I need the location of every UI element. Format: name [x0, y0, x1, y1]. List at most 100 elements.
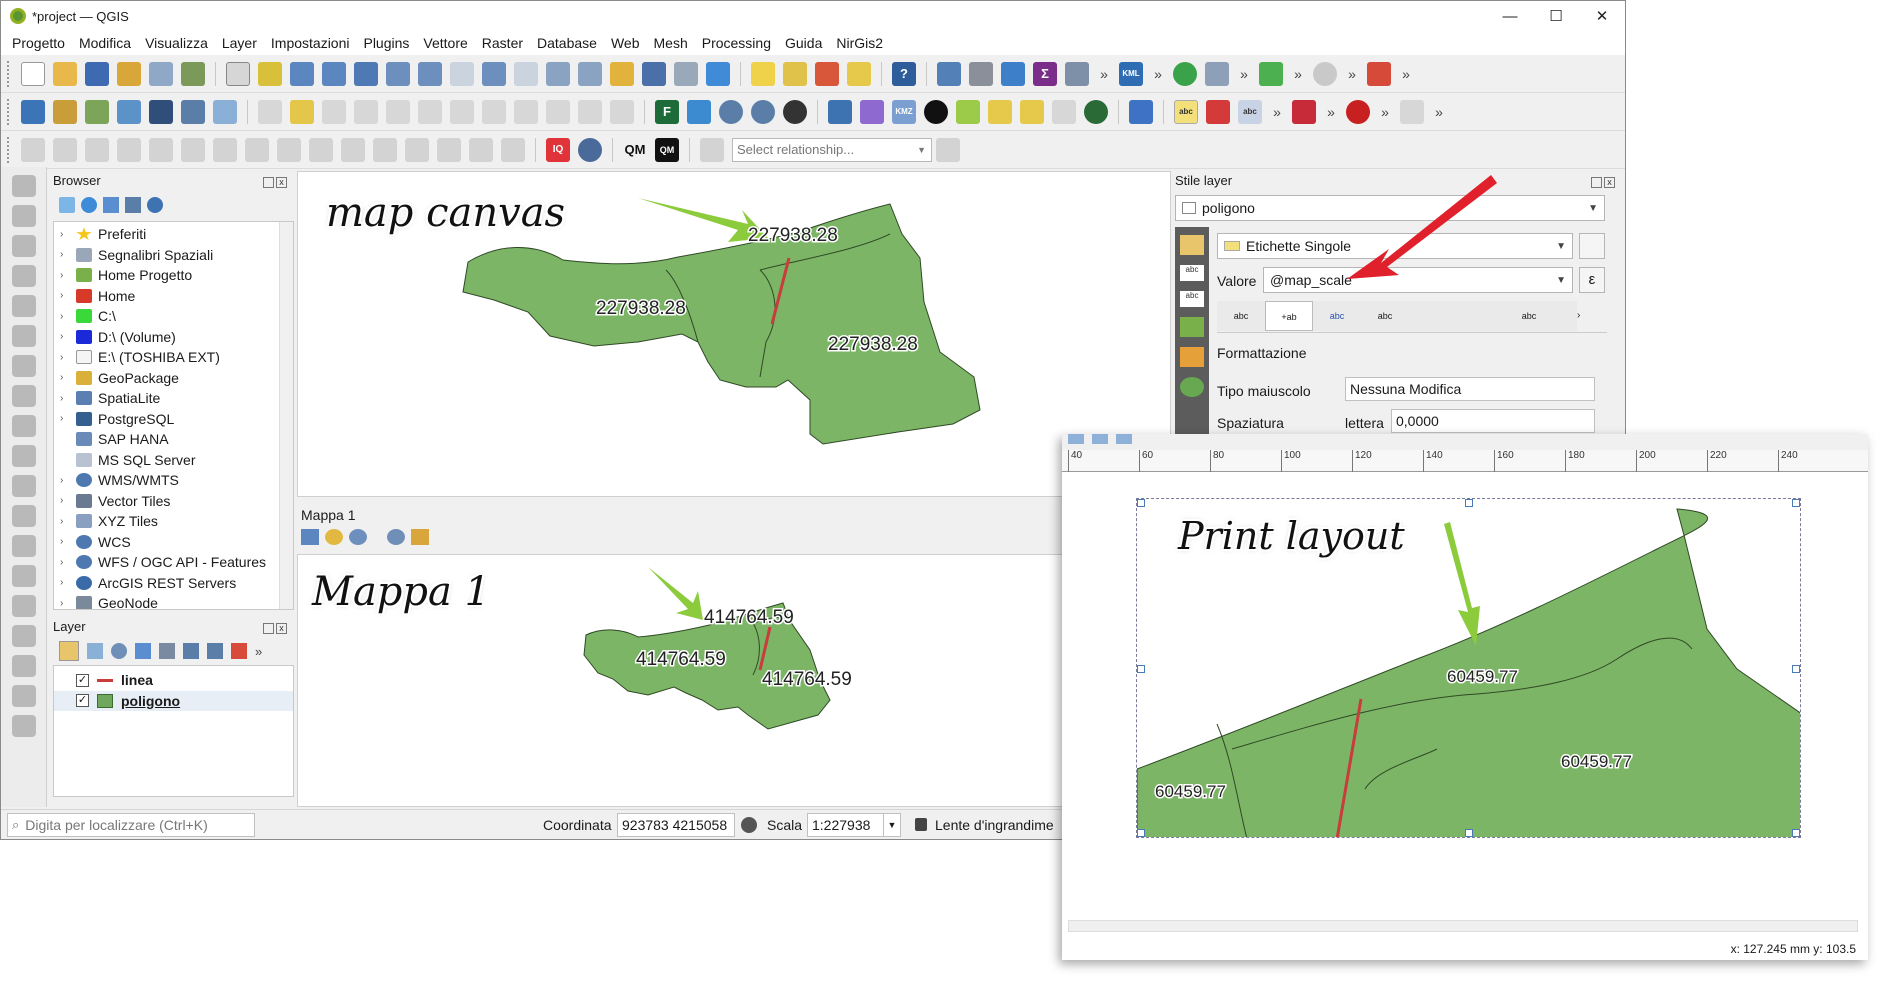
chevron-down-icon[interactable]: ▼ [883, 813, 901, 837]
digitize-relation-icon[interactable] [936, 137, 960, 162]
simplify-icon[interactable] [117, 137, 141, 162]
new-print-layout-icon[interactable] [117, 61, 141, 86]
plugin-cursor-icon[interactable] [687, 99, 711, 124]
overflow-button[interactable]: » [1378, 100, 1392, 124]
info-green-icon[interactable] [1084, 99, 1108, 124]
redo-icon[interactable] [610, 99, 634, 124]
collapse-all-icon[interactable] [125, 197, 141, 213]
copy-icon[interactable] [514, 99, 538, 124]
expand-arrow-icon[interactable]: › [60, 352, 70, 363]
strip-tool-icon[interactable] [12, 595, 36, 617]
save-project-icon[interactable] [85, 61, 109, 86]
buffer-subtab-icon[interactable]: abc [1313, 301, 1361, 331]
menu-modifica[interactable]: Modifica [72, 35, 138, 51]
strip-tool-icon[interactable] [12, 715, 36, 737]
merge-features-icon[interactable] [437, 137, 461, 162]
menu-processing[interactable]: Processing [695, 35, 778, 51]
browser-item-vector-tiles[interactable]: › Vector Tiles [54, 491, 293, 512]
browser-item-e-drive[interactable]: › E:\ (TOSHIBA EXT) [54, 347, 293, 368]
pan-to-selection-icon[interactable] [258, 61, 282, 86]
magnet-icon[interactable] [1346, 99, 1370, 124]
relationship-icon[interactable] [700, 137, 724, 162]
layer-checkbox[interactable]: ✓ [76, 673, 89, 687]
strip-tool-icon[interactable] [12, 475, 36, 497]
float-panel-icon[interactable] [263, 623, 274, 634]
plugin-car-icon[interactable] [783, 99, 807, 124]
add-ring-icon[interactable] [149, 137, 173, 162]
select-by-value-icon[interactable] [783, 61, 807, 86]
layout-tool-icon[interactable] [1068, 434, 1084, 444]
pan-icon[interactable] [226, 61, 250, 86]
menu-layer[interactable]: Layer [215, 35, 264, 51]
expand-arrow-icon[interactable]: › [60, 393, 70, 404]
resize-handle[interactable] [1137, 499, 1145, 507]
add-group-icon[interactable] [87, 643, 103, 659]
expand-arrow-icon[interactable]: › [60, 495, 70, 506]
remove-layer-icon[interactable] [231, 643, 247, 659]
modify-attributes-icon[interactable] [418, 99, 442, 124]
new-bookmark-icon[interactable] [610, 61, 634, 86]
diagrams-tab-icon[interactable] [1180, 347, 1204, 367]
plugin-globe-icon[interactable] [719, 99, 743, 124]
background-subtab-icon[interactable] [1409, 301, 1457, 331]
toolbar-grip[interactable] [7, 136, 11, 163]
label-rule-button[interactable] [1579, 233, 1605, 259]
menu-mesh[interactable]: Mesh [647, 35, 695, 51]
add-raster-icon[interactable] [149, 99, 173, 124]
digitize-icon[interactable] [354, 99, 378, 124]
vertex-tool-icon[interactable] [386, 99, 410, 124]
strip-tool-icon[interactable] [12, 355, 36, 377]
expand-arrow-icon[interactable]: › [60, 577, 70, 588]
style-manager-icon[interactable] [181, 61, 205, 86]
crosshair-icon[interactable] [578, 137, 602, 162]
measure-icon[interactable] [1065, 61, 1089, 86]
help-icon[interactable]: ? [892, 61, 916, 86]
overflow-button[interactable]: » [1151, 62, 1165, 86]
menu-plugins[interactable]: Plugins [356, 35, 416, 51]
browser-item-preferiti[interactable]: › Preferiti [54, 224, 293, 245]
toggle-editing-icon[interactable] [290, 99, 314, 124]
browser-item-c-drive[interactable]: › C:\ [54, 306, 293, 327]
layout-manager-icon[interactable] [149, 61, 173, 86]
layer-checkbox[interactable]: ✓ [76, 694, 89, 708]
new-geopackage-icon[interactable] [53, 99, 77, 124]
symbology-tab-icon[interactable] [1180, 235, 1204, 255]
overflow-button[interactable]: » [1097, 62, 1111, 86]
show-bookmarks-icon[interactable] [642, 61, 666, 86]
strip-tool-icon[interactable] [12, 685, 36, 707]
expression-button[interactable]: ε [1579, 267, 1605, 293]
zoom-out-icon[interactable] [322, 61, 346, 86]
browser-scrollbar[interactable] [279, 222, 293, 609]
collapse-all-layers-icon[interactable] [207, 643, 223, 659]
mappa1-canvas[interactable]: Mappa 1 414764.59 414764.59 414764.59 [297, 554, 1171, 807]
expand-arrow-icon[interactable]: › [60, 516, 70, 527]
strip-tool-icon[interactable] [12, 385, 36, 407]
label-abc-icon[interactable]: abc [1174, 99, 1198, 124]
processing-toolbox-icon[interactable] [1001, 61, 1025, 86]
layer-item-linea[interactable]: ✓ linea [54, 670, 293, 691]
strip-tool-icon[interactable] [12, 235, 36, 257]
close-panel-icon[interactable]: x [276, 623, 287, 634]
resize-handle[interactable] [1792, 829, 1800, 837]
browser-item-spatialite[interactable]: › SpatiaLite [54, 388, 293, 409]
overflow-button[interactable]: » [1345, 62, 1359, 86]
menu-guida[interactable]: Guida [778, 35, 829, 51]
expand-arrow-icon[interactable]: › [60, 290, 70, 301]
expand-arrow-icon[interactable]: › [60, 311, 70, 322]
float-panel-icon[interactable] [263, 177, 274, 188]
advanced-digitize-icon[interactable] [21, 137, 45, 162]
menu-raster[interactable]: Raster [475, 35, 530, 51]
plugin-red-icon[interactable] [1292, 99, 1316, 124]
resize-handle[interactable] [1137, 829, 1145, 837]
warning-triangle-icon[interactable] [988, 99, 1012, 124]
merge-attributes-icon[interactable] [469, 137, 493, 162]
quick-search-icon[interactable] [1259, 61, 1283, 86]
resize-handle[interactable] [1137, 665, 1145, 673]
plugin-export-icon[interactable] [1367, 61, 1391, 86]
zoom-next-icon[interactable] [514, 61, 538, 86]
satellite-icon[interactable] [1129, 99, 1153, 124]
current-edits-icon[interactable] [258, 99, 282, 124]
add-vector-icon[interactable] [85, 99, 109, 124]
strip-tool-icon[interactable] [12, 565, 36, 587]
triangle-disabled-icon[interactable] [1052, 99, 1076, 124]
